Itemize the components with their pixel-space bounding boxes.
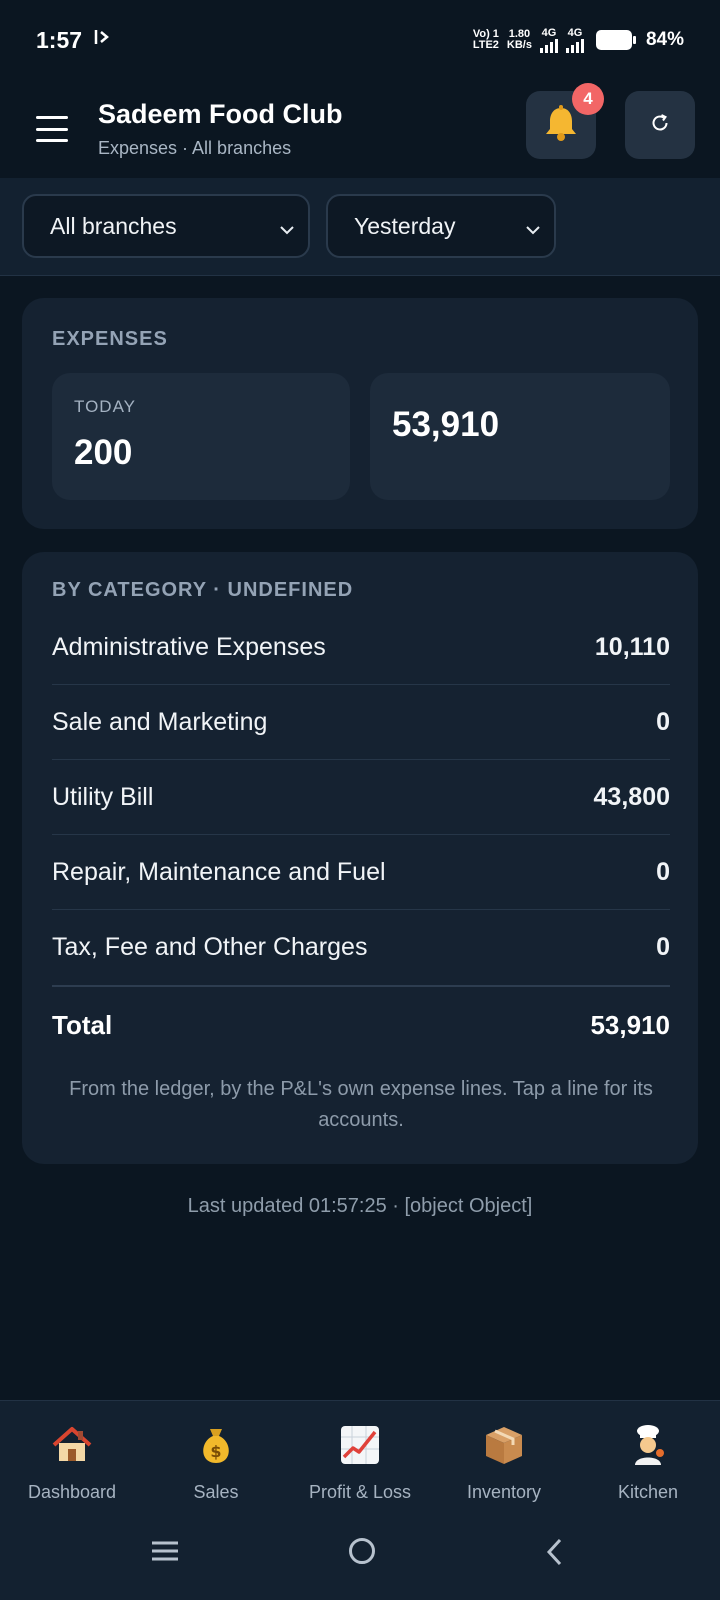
cook-icon [626,1423,670,1467]
chevron-down-icon [278,218,296,245]
battery-icon [595,30,636,50]
category-amount: 0 [656,857,670,886]
svg-text:$: $ [210,1442,221,1461]
signal-bars-icon [539,38,558,53]
period-select[interactable]: Yesterday [326,194,556,258]
status-bar: 1:57 Vo) 1 LTE2 1.80 KB/s 4G 4G 84% [0,0,720,80]
total-label: Total [52,1010,113,1040]
volte-indicator: Vo) 1 LTE2 [472,28,499,51]
recent-apps-icon[interactable] [150,1538,180,1569]
status-time: 1:57 [36,26,83,53]
category-label: Repair, Maintenance and Fuel [52,857,386,886]
nav-label: Kitchen [617,1482,679,1502]
app-header: Sadeem Food Club Expenses · All branches… [0,80,720,178]
today-label: TODAY [74,397,136,416]
package-icon [482,1423,526,1467]
category-label: Utility Bill [52,782,154,811]
category-label: Administrative Expenses [52,632,326,661]
category-amount: 43,800 [593,782,670,811]
nav-profit-loss[interactable]: Profit & Loss [288,1401,432,1510]
category-row-utility-bill[interactable]: Utility Bill 43,800 [52,760,670,835]
category-list: Administrative Expenses 10,110 Sale and … [52,610,670,1064]
nav-label: Dashboard [27,1482,117,1502]
menu-icon[interactable] [36,116,68,142]
period-select-value: Yesterday [354,212,456,239]
signal-bars-icon [565,38,584,53]
nav-sales[interactable]: $ Sales [144,1401,288,1510]
category-note: From the ledger, by the P&L's own expens… [69,1078,653,1131]
refresh-icon [648,111,672,140]
nav-inventory[interactable]: Inventory [432,1401,576,1510]
branch-select-value: All branches [50,212,177,239]
system-nav-bar [0,1510,720,1600]
category-row-sale-marketing[interactable]: Sale and Marketing 0 [52,685,670,760]
category-row-tax-fee[interactable]: Tax, Fee and Other Charges 0 [52,910,670,985]
period-value: 53,910 [392,405,500,444]
category-amount: 10,110 [594,632,670,661]
sim1-signal: 4G [539,27,558,53]
period-expenses-stat: 53,910 [370,373,670,500]
branch-select[interactable]: All branches [22,194,310,258]
nav-label: Profit & Loss [308,1482,412,1502]
notification-badge: 4 [572,83,604,115]
category-card-title: BY CATEGORY · UNDEFINED [52,579,354,601]
today-value: 200 [74,433,133,472]
expenses-card: EXPENSES TODAY 200 53,910 [22,298,698,529]
chart-increasing-icon [338,1423,382,1467]
home-circle-icon[interactable] [347,1536,377,1571]
category-label: Tax, Fee and Other Charges [52,933,368,961]
sim2-signal: 4G [565,27,584,53]
house-icon [50,1423,94,1467]
today-expenses-stat: TODAY 200 [52,373,350,500]
money-bag-icon: $ [194,1423,238,1467]
category-total-row: Total 53,910 [52,985,670,1064]
chevron-down-icon [524,218,542,245]
page-title: Sadeem Food Club [98,99,343,129]
category-row-repair-maintenance[interactable]: Repair, Maintenance and Fuel 0 [52,835,670,910]
category-row-administrative[interactable]: Administrative Expenses 10,110 [52,610,670,685]
refresh-button[interactable] [625,91,695,159]
network-speed: 1.80 KB/s [506,28,532,51]
back-icon[interactable] [544,1538,566,1571]
category-amount: 0 [656,707,670,736]
category-label: Sale and Marketing [52,707,268,736]
notifications-button[interactable]: 4 [526,83,604,159]
total-amount: 53,910 [590,1010,670,1040]
filter-bar: All branches Yesterday [0,178,720,276]
expenses-card-title: EXPENSES [52,328,168,350]
page-subtitle: Expenses · All branches [98,138,292,158]
nav-label: Sales [193,1482,239,1502]
call-forward-icon [92,27,112,53]
last-updated-text: Last updated 01:57:25 · [object Object] [187,1195,533,1217]
battery-percent: 84% [645,29,684,50]
nav-label: Inventory [466,1482,542,1502]
bottom-nav: Dashboard $ Sales Profit & Loss Inventor… [0,1400,720,1510]
category-card: BY CATEGORY · UNDEFINED Administrative E… [22,552,698,1164]
nav-kitchen[interactable]: Kitchen [576,1401,720,1510]
category-amount: 0 [656,933,670,961]
nav-dashboard[interactable]: Dashboard [0,1401,144,1510]
